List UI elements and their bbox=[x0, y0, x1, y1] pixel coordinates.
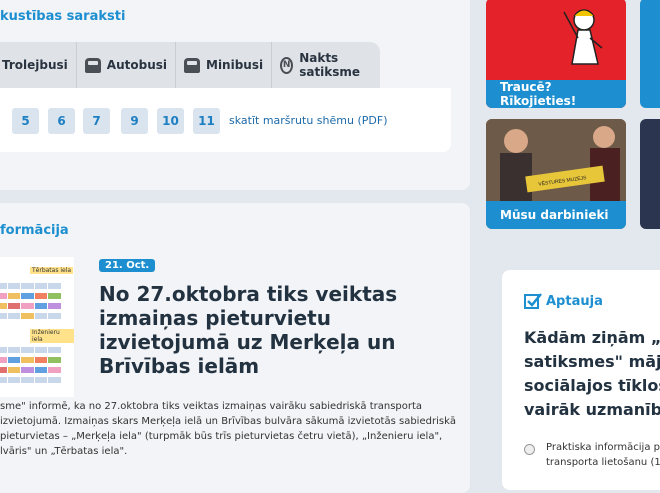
schedules-title: kustības saraksti bbox=[0, 9, 126, 24]
poll-option-label[interactable]: Praktiska informācija par s transporta l… bbox=[546, 440, 660, 470]
news-thumbnail[interactable]: Tērbatas iela Inženieru iela bbox=[0, 257, 74, 397]
route-number[interactable]: 10 bbox=[157, 108, 184, 134]
news-body: sme" informē, ka no 27.oktobra tiks veik… bbox=[0, 401, 456, 457]
poll-title: Aptauja bbox=[546, 294, 603, 309]
thumb-label: Tērbatas iela bbox=[30, 267, 74, 274]
tile-caption: Mūsu darbinieki bbox=[486, 201, 626, 229]
tile-report[interactable]: Traucē? Rīkojieties! bbox=[486, 0, 626, 108]
tile-staff[interactable]: VĒSTURES MUZEJS Mūsu darbinieki bbox=[486, 119, 626, 229]
tab-bus[interactable]: Autobusi bbox=[77, 42, 176, 88]
route-number[interactable]: 6 bbox=[48, 108, 75, 134]
route-number[interactable]: 7 bbox=[83, 108, 110, 134]
checkbox-icon bbox=[524, 293, 542, 309]
tab-minibus[interactable]: Minibusi bbox=[176, 42, 273, 88]
route-number[interactable]: 5 bbox=[12, 108, 39, 134]
tab-label: Autobusi bbox=[106, 58, 167, 72]
route-number[interactable]: 9 bbox=[121, 108, 148, 134]
tab-trolleybus[interactable]: Trolejbusi bbox=[0, 42, 77, 88]
poll-panel: Aptauja Kādām ziņām „Rīg satiksmes" māja… bbox=[502, 270, 660, 490]
tab-label: Nakts satiksme bbox=[299, 51, 361, 79]
vehicle-tabs: Trolejbusi Autobusi Minibusi N Nakts sat… bbox=[0, 42, 380, 88]
cartoon-woman-icon bbox=[563, 9, 603, 65]
tile-edge[interactable] bbox=[640, 0, 660, 108]
tab-label: Minibusi bbox=[206, 58, 264, 72]
thumb-label: Inženieru iela bbox=[30, 329, 74, 343]
staff-photo: VĒSTURES MUZEJS bbox=[486, 119, 626, 201]
night-icon: N bbox=[280, 56, 294, 74]
bus-icon bbox=[84, 57, 101, 73]
news-date-badge: 21. Oct. bbox=[99, 259, 156, 272]
route-numbers: 5 6 7 9 10 11 skatīt maršrutu shēmu (PDF… bbox=[0, 88, 451, 152]
poll-option-radio[interactable] bbox=[524, 444, 535, 455]
tab-label: Trolejbusi bbox=[2, 58, 68, 72]
minibus-icon bbox=[184, 57, 200, 73]
pdf-link[interactable]: skatīt maršrutu shēmu (PDF) bbox=[229, 114, 387, 127]
news-headline[interactable]: No 27.oktobra tiks veiktas izmaiņas piet… bbox=[99, 282, 419, 378]
tile-edge[interactable] bbox=[640, 119, 660, 229]
tab-night[interactable]: N Nakts satiksme bbox=[272, 42, 380, 88]
route-number[interactable]: 11 bbox=[193, 108, 220, 134]
news-title: formācija bbox=[0, 223, 69, 238]
poll-question: Kādām ziņām „Rīg satiksmes" mājas sociāl… bbox=[524, 328, 660, 419]
tile-caption: Traucē? Rīkojieties! bbox=[486, 80, 626, 108]
